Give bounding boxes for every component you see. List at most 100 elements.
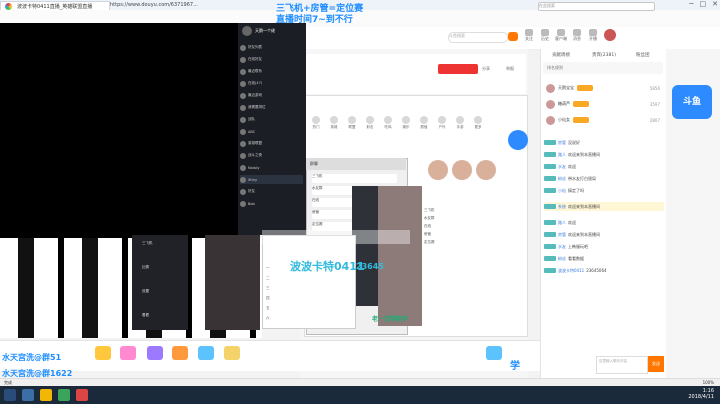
tab-title: 波波卡特0411直播_英雄联盟直播: [17, 4, 93, 10]
header-broadcast[interactable]: 开播: [586, 29, 600, 42]
phone-row: 五: [266, 306, 270, 310]
gift-icon[interactable]: [486, 346, 502, 360]
category-item[interactable]: 联盟: [346, 116, 358, 130]
user-avatar[interactable]: [604, 29, 616, 41]
phone-banner: 波波卡特0411: [290, 260, 365, 273]
taskbar-app-icon[interactable]: [58, 389, 70, 401]
chat-message: 三飞机: [312, 174, 397, 183]
video-area: [0, 23, 238, 238]
category-item[interactable]: 热门: [310, 116, 322, 130]
chat-comment: 路人 欢迎来到本直播间: [544, 150, 664, 159]
list-item[interactable]: 定位赛: [424, 240, 520, 247]
avatar: [240, 116, 246, 123]
friends-item[interactable]: Noisily: [240, 163, 303, 172]
follow-button[interactable]: [438, 64, 478, 74]
mascot-banner[interactable]: 斗鱼: [672, 85, 712, 119]
maximize-button[interactable]: □: [700, 0, 707, 10]
level-badge: [544, 176, 556, 181]
avatar: [240, 152, 246, 159]
rank-row[interactable]: 小仙女 2807: [546, 114, 660, 126]
category-item[interactable]: 吃鸡: [382, 116, 394, 130]
rank-row[interactable]: 天鹅宝宝 5856: [546, 82, 660, 94]
friends-item-selected[interactable]: Xtiny: [240, 175, 303, 184]
friends-item[interactable]: 战斗之夜: [240, 151, 303, 160]
tab-vip[interactable]: 贵宾(2381): [592, 52, 616, 58]
teaching-watermark: 老一百零教学: [372, 316, 409, 323]
anchor-card[interactable]: [476, 160, 496, 180]
friends-item[interactable]: 最近联系: [240, 67, 303, 76]
rank-rules: 排名规则: [543, 62, 663, 74]
category-item[interactable]: 英雄: [328, 116, 340, 130]
site-search-input[interactable]: 斗鱼搜索: [448, 32, 508, 43]
chat-comment: 房管 欢迎来到本直播间: [544, 230, 664, 239]
category-item[interactable]: 手游: [454, 116, 466, 130]
friends-item[interactable]: 好友: [240, 187, 303, 196]
friends-item[interactable]: 英雄联盟: [240, 139, 303, 148]
tab-contribution[interactable]: 贡献周榜: [552, 52, 570, 58]
minimize-button[interactable]: ─: [689, 0, 693, 10]
camera-icon: [589, 29, 597, 36]
friends-item[interactable]: 我需要排位: [240, 103, 303, 112]
download-icon: [557, 29, 565, 36]
category-icon: [456, 116, 464, 124]
anchor-card[interactable]: [452, 160, 472, 180]
header-follow[interactable]: 关注: [522, 29, 536, 42]
watermark-bottom-left-1: 水天宫洗@群51: [2, 353, 62, 362]
send-button[interactable]: 发送: [648, 356, 664, 372]
overlay-text-line2: 直播时间7~到不行: [276, 15, 353, 25]
gift-icon[interactable]: [120, 346, 136, 360]
list-item[interactable]: 房管: [424, 232, 520, 239]
gift-icon[interactable]: [198, 346, 214, 360]
level-badge: [544, 256, 556, 261]
avatar: [240, 188, 246, 195]
friends-panel: 天鹅一个佬 好友列表 在线好友 最近联系 在线(47) 最近游戏 我需要排位 战…: [238, 23, 306, 235]
chat-comment: 路人 欢迎: [544, 218, 664, 227]
rank-row[interactable]: 糖葫芦 3597: [546, 98, 660, 110]
chat-comment: 粉丝 带水友打白银局: [544, 174, 664, 183]
category-item[interactable]: 更多: [472, 116, 484, 130]
close-button[interactable]: ✕: [712, 0, 718, 10]
teaching-watermark-2: 学: [510, 361, 520, 372]
start-icon[interactable]: [4, 389, 16, 401]
url-field[interactable]: https://www.douyu.com/6371967...: [110, 2, 198, 8]
friends-item[interactable]: 在线(47): [240, 79, 303, 88]
category-item[interactable]: 射击: [364, 116, 376, 130]
category-icon: [348, 116, 356, 124]
tab-fans[interactable]: 粉丝团: [636, 52, 650, 58]
chat-comment: 水友 欢迎: [544, 162, 664, 171]
gift-icon[interactable]: [95, 346, 111, 360]
taskbar-app-icon[interactable]: [76, 389, 88, 401]
avatar: [240, 92, 246, 99]
gift-icon[interactable]: [147, 346, 163, 360]
friends-item[interactable]: 战队: [240, 115, 303, 124]
browser-search-input[interactable]: 在此搜索: [538, 2, 655, 11]
anchor-card[interactable]: [428, 160, 448, 180]
report-button[interactable]: 举报: [506, 66, 514, 72]
search-button[interactable]: [508, 32, 518, 41]
list-item[interactable]: 水友群: [424, 216, 520, 223]
friends-item[interactable]: Bob: [240, 199, 303, 208]
friends-item[interactable]: 在线好友: [240, 55, 303, 64]
gift-icon[interactable]: [224, 346, 240, 360]
list-item[interactable]: 三飞机: [424, 208, 520, 215]
friends-item[interactable]: ABC: [240, 127, 303, 136]
category-item[interactable]: 娱乐: [400, 116, 412, 130]
header-history[interactable]: 历史: [538, 29, 552, 42]
header-messages[interactable]: 消息: [570, 29, 584, 42]
list-item[interactable]: 在线: [424, 224, 520, 231]
level-badge: [544, 268, 556, 273]
category-item[interactable]: 户外: [436, 116, 448, 130]
chat-comment: 水友 上韩服玩吧: [544, 242, 664, 251]
header-client[interactable]: 客户端: [554, 29, 568, 42]
taskbar-app-icon[interactable]: [22, 389, 34, 401]
bell-icon: [573, 29, 581, 36]
window-controls: ─ □ ✕: [689, 0, 718, 10]
friends-item[interactable]: 好友列表: [240, 43, 303, 52]
chat-input[interactable]: 这里输入聊天内容: [596, 356, 648, 374]
gift-icon[interactable]: [172, 346, 188, 360]
friends-item[interactable]: 最近游戏: [240, 91, 303, 100]
share-button[interactable]: 分享: [482, 66, 490, 72]
taskbar-app-icon[interactable]: [40, 389, 52, 401]
category-item[interactable]: 颜值: [418, 116, 430, 130]
streamer-info-bar: [306, 54, 526, 94]
